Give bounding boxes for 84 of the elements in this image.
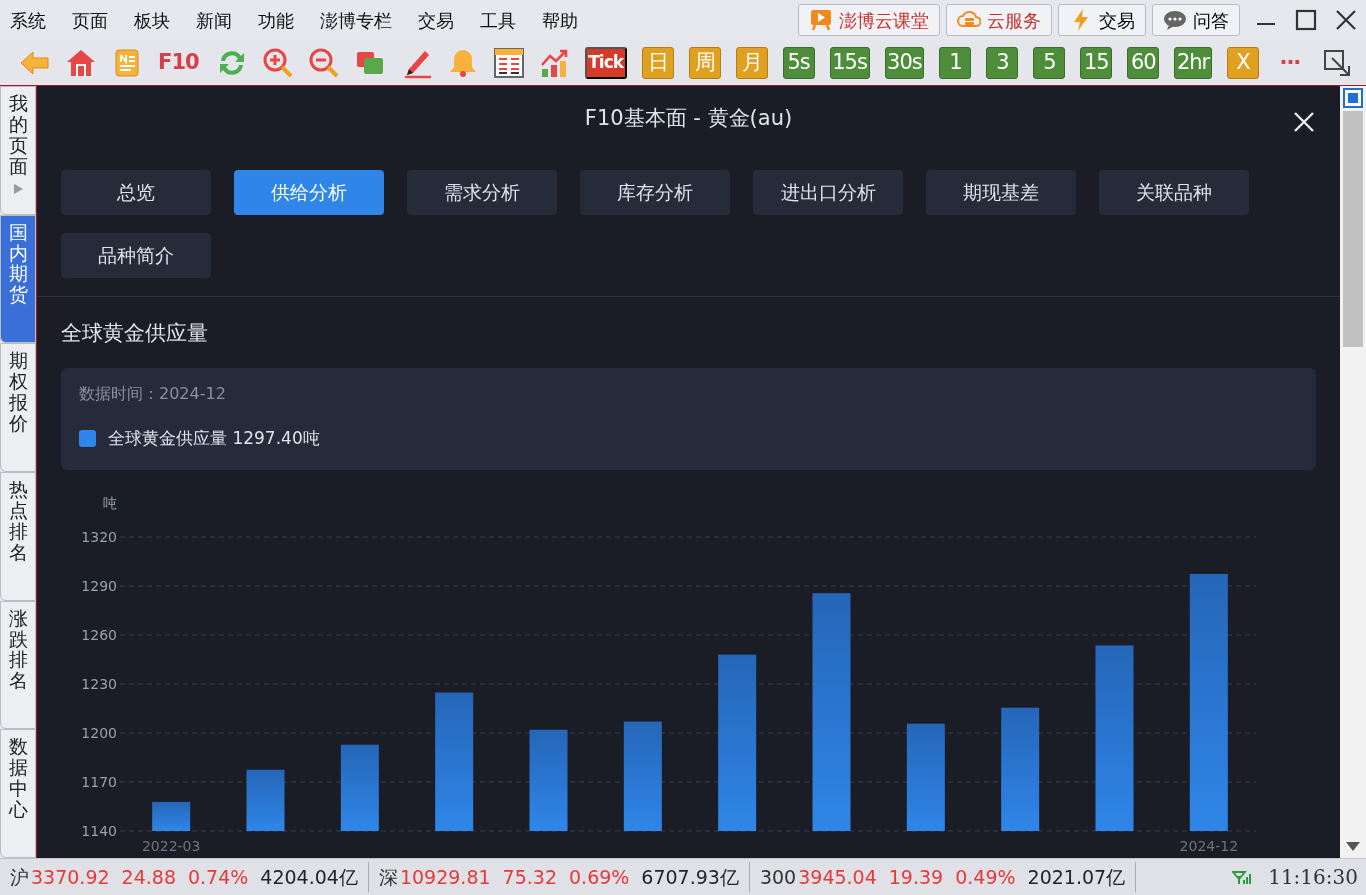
y-axis-label: 1140 bbox=[81, 822, 117, 839]
index-percent: 0.74% bbox=[188, 864, 249, 890]
y-axis-label: 1260 bbox=[81, 626, 117, 643]
x-axis-label: 2024-12 bbox=[1179, 837, 1239, 854]
header-button[interactable]: 澎博云课堂 bbox=[798, 4, 940, 36]
scroll-up-icon[interactable] bbox=[1343, 88, 1363, 108]
index-percent: 0.69% bbox=[569, 864, 630, 890]
bar bbox=[246, 769, 285, 831]
menu-item[interactable]: 板块 bbox=[134, 6, 170, 34]
signal-icon bbox=[1232, 869, 1253, 885]
close-icon[interactable] bbox=[1334, 8, 1358, 32]
toolbar-button[interactable]: 5 bbox=[1033, 46, 1066, 79]
toolbar-button[interactable]: F10 bbox=[156, 46, 201, 79]
scroll-down-icon[interactable] bbox=[1346, 842, 1360, 852]
tab[interactable]: 供给分析 bbox=[234, 170, 384, 215]
menu-item[interactable]: 帮助 bbox=[542, 6, 578, 34]
tab[interactable]: 库存分析 bbox=[580, 170, 730, 215]
tab[interactable]: 期现基差 bbox=[926, 170, 1076, 215]
header-button[interactable]: 问答 bbox=[1152, 4, 1240, 36]
tab[interactable]: 需求分析 bbox=[407, 170, 557, 215]
sidebar-tab[interactable]: 我的页面 bbox=[0, 86, 36, 215]
toolbar-button[interactable]: 60 bbox=[1127, 46, 1160, 79]
toolbar-button[interactable]: 15s bbox=[829, 46, 870, 79]
panel-title: F10基本面 - 黄金(au) bbox=[584, 105, 793, 133]
menu-item[interactable]: 新闻 bbox=[196, 6, 232, 34]
toolbar-button[interactable]: 2hr bbox=[1174, 46, 1212, 79]
window-arrow-icon[interactable] bbox=[1322, 47, 1353, 78]
y-axis-label: 1320 bbox=[81, 528, 117, 545]
turnover: 2021.07亿 bbox=[1027, 864, 1126, 890]
index-price: 3370.92 bbox=[31, 864, 110, 890]
toolbar-button[interactable]: ··· bbox=[1273, 46, 1306, 79]
header-button[interactable]: 交易 bbox=[1058, 4, 1146, 36]
sidebar-tab[interactable]: 期权报价 bbox=[0, 343, 36, 472]
toolbar-button[interactable]: 3 bbox=[986, 46, 1019, 79]
toolbar-button[interactable]: 15 bbox=[1080, 46, 1113, 79]
menu-item[interactable]: 工具 bbox=[480, 6, 516, 34]
zoom-in-icon[interactable] bbox=[261, 46, 294, 79]
y-axis-label: 1170 bbox=[81, 773, 117, 790]
zoom-out-icon[interactable] bbox=[308, 46, 341, 79]
index-change: 19.39 bbox=[888, 864, 944, 890]
section-title: 全球黄金供应量 bbox=[60, 320, 209, 347]
toolbar-button[interactable]: Tick bbox=[584, 46, 627, 79]
index-percent: 0.49% bbox=[955, 864, 1016, 890]
bar bbox=[152, 801, 191, 831]
sidebar-tab[interactable]: 数据中心 bbox=[0, 729, 36, 859]
toolbar-button[interactable]: 1 bbox=[939, 46, 972, 79]
scroll-thumb[interactable] bbox=[1343, 111, 1363, 347]
tab[interactable]: 总览 bbox=[61, 170, 211, 215]
market-label: 深 bbox=[378, 864, 398, 890]
legend-label: 全球黄金供应量 1297.40吨 bbox=[108, 427, 320, 451]
tab[interactable]: 关联品种 bbox=[1099, 170, 1249, 215]
market-label: 300 bbox=[759, 864, 797, 890]
clock: 11:16:30 bbox=[1268, 864, 1358, 891]
toolbar-button[interactable]: 30s bbox=[884, 46, 925, 79]
menu-item[interactable]: 澎博专栏 bbox=[320, 6, 392, 34]
menu-item[interactable]: 功能 bbox=[258, 6, 294, 34]
table-icon[interactable] bbox=[492, 46, 525, 79]
menu-item[interactable]: 系统 bbox=[10, 6, 46, 34]
maximize-icon[interactable] bbox=[1294, 8, 1318, 32]
x-axis-label: 2022-03 bbox=[141, 837, 201, 854]
toolbar-button[interactable]: 5s bbox=[782, 46, 815, 79]
play-board-icon bbox=[809, 8, 833, 32]
y-axis-label: 1200 bbox=[81, 724, 117, 741]
expand-arrow-icon[interactable] bbox=[13, 182, 23, 195]
tab[interactable]: 进出口分析 bbox=[753, 170, 903, 215]
data-time: 数据时间：2024-12 bbox=[79, 383, 227, 406]
index-change: 75.32 bbox=[502, 864, 557, 890]
sidebar-tab[interactable]: 热点排名 bbox=[0, 472, 36, 601]
header-button[interactable]: 云服务 bbox=[946, 4, 1052, 36]
menu-item[interactable]: 交易 bbox=[418, 6, 454, 34]
market-label: 沪 bbox=[10, 864, 29, 890]
index-change: 24.88 bbox=[121, 864, 176, 890]
turnover: 6707.93亿 bbox=[641, 864, 739, 890]
y-axis-label: 1230 bbox=[81, 675, 117, 692]
sidebar-tab[interactable]: 国内期货 bbox=[0, 214, 36, 344]
index-price: 10929.81 bbox=[399, 864, 491, 890]
menu-item[interactable]: 页面 bbox=[72, 6, 108, 34]
chat-bubble-icon bbox=[1163, 8, 1187, 32]
axis-unit: 吨 bbox=[103, 494, 117, 511]
y-axis-label: 1290 bbox=[81, 577, 117, 594]
tab[interactable]: 品种简介 bbox=[61, 233, 211, 278]
turnover: 4204.04亿 bbox=[260, 864, 358, 890]
index-price: 3945.04 bbox=[798, 864, 877, 890]
sidebar-tab[interactable]: 涨跌排名 bbox=[0, 600, 36, 730]
